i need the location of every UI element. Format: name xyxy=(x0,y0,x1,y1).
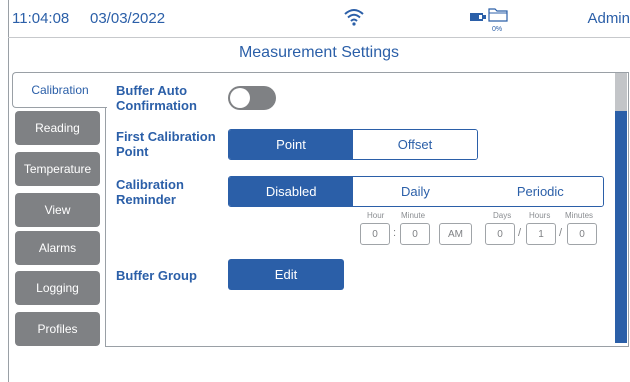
tab-calibration[interactable]: Calibration xyxy=(12,72,107,108)
time-separator: : xyxy=(393,227,397,239)
period-separator-1: / xyxy=(518,227,522,239)
first-calibration-point-selector: Point Offset xyxy=(228,129,478,160)
tab-view[interactable]: View xyxy=(15,193,100,227)
minute-label: Minute xyxy=(401,211,426,220)
minutes-input[interactable]: 0 xyxy=(567,223,597,245)
days-label: Days xyxy=(493,211,512,220)
clock-date: 03/03/2022 xyxy=(90,10,166,27)
tab-reading[interactable]: Reading xyxy=(15,111,100,145)
toggle-knob xyxy=(230,88,250,108)
user-name[interactable]: Admin xyxy=(587,10,630,27)
scrollbar[interactable] xyxy=(615,73,627,343)
option-daily[interactable]: Daily xyxy=(353,177,478,206)
folder-icon xyxy=(488,8,508,22)
buffer-auto-confirmation-toggle[interactable] xyxy=(228,86,276,110)
hours-input[interactable]: 1 xyxy=(526,223,556,245)
option-periodic[interactable]: Periodic xyxy=(477,177,603,206)
days-input[interactable]: 0 xyxy=(485,223,515,245)
storage-percent: 0% xyxy=(492,26,503,33)
scrollbar-thumb[interactable] xyxy=(615,73,627,111)
tab-alarms[interactable]: Alarms xyxy=(15,231,100,265)
tab-logging[interactable]: Logging xyxy=(15,271,100,305)
minutes-label: Minutes xyxy=(565,211,594,220)
calibration-reminder-selector: Disabled Daily Periodic xyxy=(228,176,604,207)
option-point[interactable]: Point xyxy=(229,130,353,159)
tab-temperature[interactable]: Temperature xyxy=(15,152,100,186)
hour-label: Hour xyxy=(367,211,385,220)
option-disabled[interactable]: Disabled xyxy=(229,177,354,206)
battery-icon xyxy=(470,13,486,21)
hours-label: Hours xyxy=(529,211,551,220)
buffer-group-edit-button[interactable]: Edit xyxy=(228,259,344,290)
status-bar: 11:04:08 03/03/2022 0% Admin xyxy=(8,0,630,38)
clock-time: 11:04:08 xyxy=(12,10,70,27)
ampm-input[interactable]: AM xyxy=(439,223,472,245)
settings-panel xyxy=(105,72,629,347)
option-offset[interactable]: Offset xyxy=(353,130,477,159)
tab-profiles[interactable]: Profiles xyxy=(15,312,100,346)
hour-input[interactable]: 0 xyxy=(360,223,390,245)
calibration-reminder-label: Calibration Reminder xyxy=(116,177,184,207)
buffer-auto-confirmation-label: Buffer Auto Confirmation xyxy=(116,83,197,113)
page-title: Measurement Settings xyxy=(238,44,400,61)
period-separator-2: / xyxy=(559,227,563,239)
first-calibration-point-label: First Calibration Point xyxy=(116,129,216,159)
buffer-group-label: Buffer Group xyxy=(116,268,197,283)
minute-input[interactable]: 0 xyxy=(400,223,430,245)
wifi-icon xyxy=(344,9,364,26)
